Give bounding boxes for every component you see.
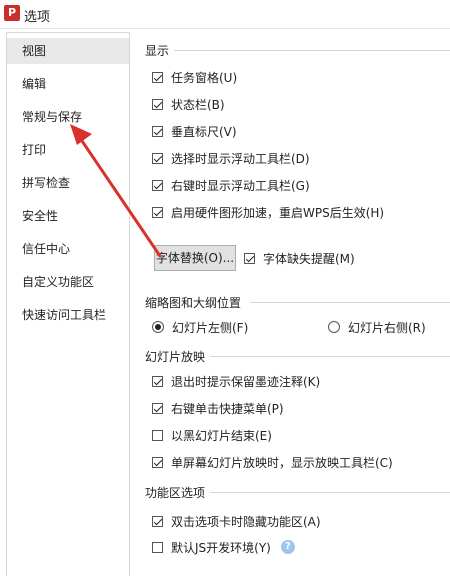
option-end-black-slide[interactable]: 以黑幻灯片结束(E) [152, 426, 272, 444]
checkbox[interactable] [152, 402, 163, 414]
help-icon[interactable]: ? [280, 540, 295, 554]
sidebar-item-spellcheck[interactable]: 拼写检查 [7, 170, 129, 196]
font-replace-button[interactable]: 字体替换(O)... [154, 245, 236, 271]
option-label: 字体缺失提醒(M) [263, 251, 355, 266]
section-divider [174, 50, 450, 51]
wps-presentation-logo-icon: P [4, 5, 20, 21]
section-title-display: 显示 [145, 44, 170, 58]
option-default-js-env[interactable]: 默认JS开发环境(Y) ? [152, 538, 295, 556]
sidebar-item-trust-center[interactable]: 信任中心 [7, 236, 129, 262]
sidebar-item-edit[interactable]: 编辑 [7, 71, 129, 97]
sidebar-item-general-save[interactable]: 常规与保存 [7, 104, 129, 130]
checkbox[interactable] [152, 152, 163, 164]
checkbox[interactable] [152, 456, 163, 468]
option-label: 右键单击快捷菜单(P) [171, 401, 284, 416]
section-divider [250, 302, 450, 303]
option-float-toolbar-select[interactable]: 选择时显示浮动工具栏(D) [152, 149, 310, 167]
option-label: 幻灯片左侧(F) [172, 320, 249, 335]
sidebar-item-view[interactable]: 视图 [7, 38, 129, 64]
section-divider [210, 492, 450, 493]
radio-thumbnail-right[interactable]: 幻灯片右侧(R) [328, 318, 426, 336]
radio-thumbnail-left[interactable]: 幻灯片左侧(F) [152, 318, 248, 336]
option-label: 退出时提示保留墨迹注释(K) [171, 374, 321, 389]
option-status-bar[interactable]: 状态栏(B) [152, 95, 225, 113]
option-float-toolbar-rightclick[interactable]: 右键时显示浮动工具栏(G) [152, 176, 310, 194]
checkbox[interactable] [152, 541, 163, 553]
checkbox[interactable] [152, 125, 163, 137]
section-title-thumbnail: 缩略图和大纲位置 [145, 296, 242, 310]
section-divider [210, 356, 450, 357]
checkbox[interactable] [152, 98, 163, 110]
option-show-play-toolbar[interactable]: 单屏幕幻灯片放映时，显示放映工具栏(C) [152, 453, 393, 471]
option-hardware-acceleration[interactable]: 启用硬件图形加速，重启WPS后生效(H) [152, 203, 384, 221]
sidebar-item-customize-ribbon[interactable]: 自定义功能区 [7, 269, 129, 295]
sidebar-item-print[interactable]: 打印 [7, 137, 129, 163]
option-label: 默认JS开发环境(Y) [171, 540, 271, 555]
section-title-slideshow: 幻灯片放映 [145, 350, 206, 364]
sidebar-item-security[interactable]: 安全性 [7, 203, 129, 229]
option-keep-ink[interactable]: 退出时提示保留墨迹注释(K) [152, 372, 320, 390]
checkbox[interactable] [152, 179, 163, 191]
option-label: 右键时显示浮动工具栏(G) [171, 178, 310, 193]
option-label: 以黑幻灯片结束(E) [171, 428, 272, 443]
checkbox[interactable] [152, 375, 163, 387]
option-vertical-ruler[interactable]: 垂直标尺(V) [152, 122, 237, 140]
checkbox[interactable] [244, 252, 255, 264]
checkbox[interactable] [152, 71, 163, 83]
window-title: 选项 [24, 10, 51, 25]
option-label: 单屏幕幻灯片放映时，显示放映工具栏(C) [171, 455, 393, 470]
option-label: 启用硬件图形加速，重启WPS后生效(H) [171, 205, 385, 220]
option-label: 状态栏(B) [171, 97, 225, 112]
option-label: 双击选项卡时隐藏功能区(A) [171, 514, 321, 529]
checkbox[interactable] [152, 206, 163, 218]
checkbox[interactable] [152, 515, 163, 527]
radio-button[interactable] [152, 321, 164, 333]
option-label: 幻灯片右侧(R) [348, 320, 426, 335]
option-label: 垂直标尺(V) [171, 124, 237, 139]
section-title-ribbon: 功能区选项 [145, 486, 206, 500]
option-task-pane[interactable]: 任务窗格(U) [152, 68, 237, 86]
option-hide-ribbon-dblclick[interactable]: 双击选项卡时隐藏功能区(A) [152, 512, 321, 530]
radio-button[interactable] [328, 321, 340, 333]
sidebar-item-quick-access-toolbar[interactable]: 快速访问工具栏 [7, 302, 129, 328]
checkbox[interactable] [152, 429, 163, 441]
options-sidebar: 视图 编辑 常规与保存 打印 拼写检查 安全性 信任中心 自定义功能区 快速访问… [6, 32, 130, 576]
option-label: 任务窗格(U) [171, 70, 238, 85]
option-font-missing-hint[interactable]: 字体缺失提醒(M) [244, 249, 355, 267]
option-label: 选择时显示浮动工具栏(D) [171, 151, 310, 166]
title-bar: P 选项 [0, 0, 450, 29]
options-content: 显示 任务窗格(U) 状态栏(B) 垂直标尺(V) 选择时显示浮动工具栏(D) … [140, 32, 450, 576]
option-rightclick-menu[interactable]: 右键单击快捷菜单(P) [152, 399, 284, 417]
